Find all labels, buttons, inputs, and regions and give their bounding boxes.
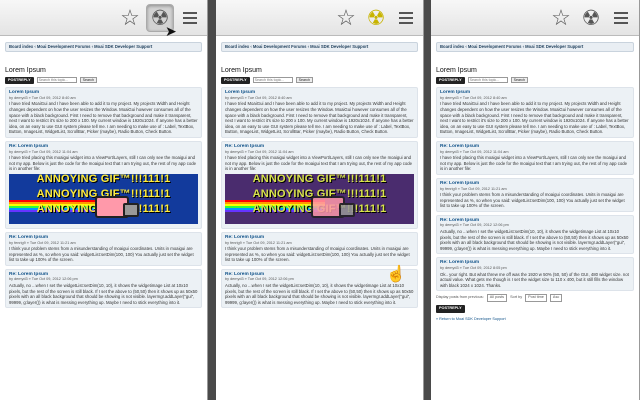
breadcrumb[interactable]: Board index ‹ Moai Development Forums ‹ … — [5, 42, 202, 52]
sort-label: Sort by — [510, 295, 523, 300]
arrow-cursor-icon: ➤ — [165, 23, 177, 39]
browser-panel-1: ☆ ☢ ➤ Board index ‹ Moai Development For… — [0, 0, 208, 400]
sort-options: Display posts from previous: All posts S… — [436, 294, 634, 302]
search-button[interactable]: Search — [295, 77, 314, 84]
postreply-button[interactable]: POSTREPLY — [436, 305, 465, 313]
annoying-gif-image-highlighted[interactable]: ANNOYING GIF™!!!111!1 ANNOYING GIF™!!!11… — [225, 173, 414, 224]
search-button[interactable]: Search — [510, 77, 529, 84]
post: Re: Lorem Ipsum by demyd3 » Tue Oct 09, … — [5, 268, 202, 309]
search-input[interactable]: Search this topic... — [252, 77, 293, 84]
post-text: Actually, no ...when I set the widgetLis… — [440, 229, 629, 251]
post-text: Actually, no ...when I set the widgetLis… — [225, 283, 414, 305]
post-text: I have tried placing this moaigui widget… — [440, 155, 628, 172]
nyan-cat-icon — [95, 195, 139, 218]
nyan-cat-icon — [311, 195, 355, 218]
post: Re: Lorem Ipsum by demyd3 » Tue Oct 09, … — [436, 257, 634, 292]
sort-direction-select[interactable]: Asc — [549, 294, 563, 302]
postreply-button[interactable]: POSTREPLY — [5, 76, 34, 85]
forum-page: Board index ‹ Moai Development Forums ‹ … — [216, 37, 423, 400]
post: Re: Lorem Ipsum by demyd3 » Tue Oct 09, … — [5, 140, 202, 229]
browser-toolbar: ☆ ☢ — [216, 0, 423, 36]
post-text: Actually, no ...when I set the widgetLis… — [9, 283, 198, 305]
post: Re: Lorem Ipsum by demyd3 » Tue Oct 09, … — [436, 214, 634, 255]
post: Re: Lorem Ipsum by fenrig9 » Tue Oct 09,… — [221, 231, 418, 266]
bookmark-star-icon[interactable]: ☆ — [332, 4, 360, 32]
browser-panel-3: ☆ ☢ Board index ‹ Moai Development Forum… — [431, 0, 640, 400]
browser-toolbar: ☆ ☢ — [431, 0, 639, 36]
hamburger-icon — [183, 12, 197, 24]
bookmark-star-icon[interactable]: ☆ — [547, 4, 575, 32]
gif-caption: ANNOYING GIF™!!!111!1 — [36, 173, 171, 185]
breadcrumb[interactable]: Board index ‹ Moai Development Forums ‹ … — [436, 42, 634, 52]
postreply-button[interactable]: POSTREPLY — [221, 76, 250, 85]
post-text: I have tried MoaiGui and I have been abl… — [225, 101, 414, 135]
browser-panel-2: ☆ ☢ Board index ‹ Moai Development Forum… — [216, 0, 424, 400]
post: Lorem Ipsum by demyd3 » Tue Oct 09, 2012… — [436, 87, 634, 138]
post: Re: Lorem Ipsum by fenrig9 » Tue Oct 09,… — [436, 177, 634, 212]
forum-page: Board index ‹ Moai Development Forums ‹ … — [431, 37, 639, 400]
gif-caption: ANNOYING GIF™!!!111!1 — [252, 173, 387, 185]
postreply-button[interactable]: POSTREPLY — [436, 76, 465, 85]
post-text: I think your problem stems from a misund… — [225, 246, 410, 263]
sort-by-select[interactable]: Post time — [525, 294, 547, 302]
panel-separator — [424, 0, 431, 400]
annoying-gif-image: ANNOYING GIF™!!!111!1 ANNOYING GIF™!!!11… — [9, 173, 198, 224]
post: Lorem Ipsum by demyd3 » Tue Oct 09, 2012… — [5, 87, 202, 138]
radiation-icon[interactable]: ☢ — [577, 4, 605, 32]
radiation-icon[interactable]: ☢ — [362, 4, 390, 32]
hamburger-icon — [399, 12, 413, 24]
display-posts-select[interactable]: All posts — [486, 294, 508, 302]
menu-button[interactable] — [607, 4, 635, 32]
menu-button[interactable] — [392, 4, 420, 32]
search-input[interactable]: Search this topic... — [36, 77, 77, 84]
post: Re: Lorem Ipsum by demyd3 » Tue Oct 09, … — [221, 140, 418, 229]
post-text: I think your problem stems from a misund… — [440, 192, 625, 209]
bookmark-star-icon[interactable]: ☆ — [116, 4, 144, 32]
hamburger-icon — [614, 12, 628, 24]
breadcrumb[interactable]: Board index ‹ Moai Development Forums ‹ … — [221, 42, 418, 52]
topic-title[interactable]: Lorem Ipsum — [221, 66, 418, 75]
post: Re: Lorem Ipsum by fenrig9 » Tue Oct 09,… — [5, 231, 202, 266]
post: Lorem Ipsum by demyd3 » Tue Oct 09, 2012… — [221, 87, 418, 138]
search-button[interactable]: Search — [79, 77, 98, 84]
post-text: I have tried placing this moaigui widget… — [225, 155, 413, 172]
post-text: Ok.. your right. But what threw me off w… — [440, 271, 629, 288]
post-text: I have tried placing this moaigui widget… — [9, 155, 197, 172]
search-input[interactable]: Search this topic... — [467, 77, 508, 84]
hand-pointer-cursor-icon: ☝ — [386, 266, 406, 283]
post-text: I think your problem stems from a misund… — [9, 246, 194, 263]
post-text: I have tried MoaiGui and I have been abl… — [9, 101, 198, 135]
post-text: I have tried MoaiGui and I have been abl… — [440, 101, 629, 135]
topic-title[interactable]: Lorem Ipsum — [5, 66, 202, 75]
topic-title[interactable]: Lorem Ipsum — [436, 66, 634, 75]
post: Re: Lorem Ipsum by demyd3 » Tue Oct 09, … — [436, 140, 634, 175]
return-link[interactable]: « Return to Moai SDK Developer Support — [436, 317, 634, 323]
forum-page: Board index ‹ Moai Development Forums ‹ … — [0, 37, 207, 400]
display-posts-label: Display posts from previous: — [436, 295, 484, 300]
panel-separator — [208, 0, 216, 400]
menu-button[interactable] — [176, 4, 204, 32]
